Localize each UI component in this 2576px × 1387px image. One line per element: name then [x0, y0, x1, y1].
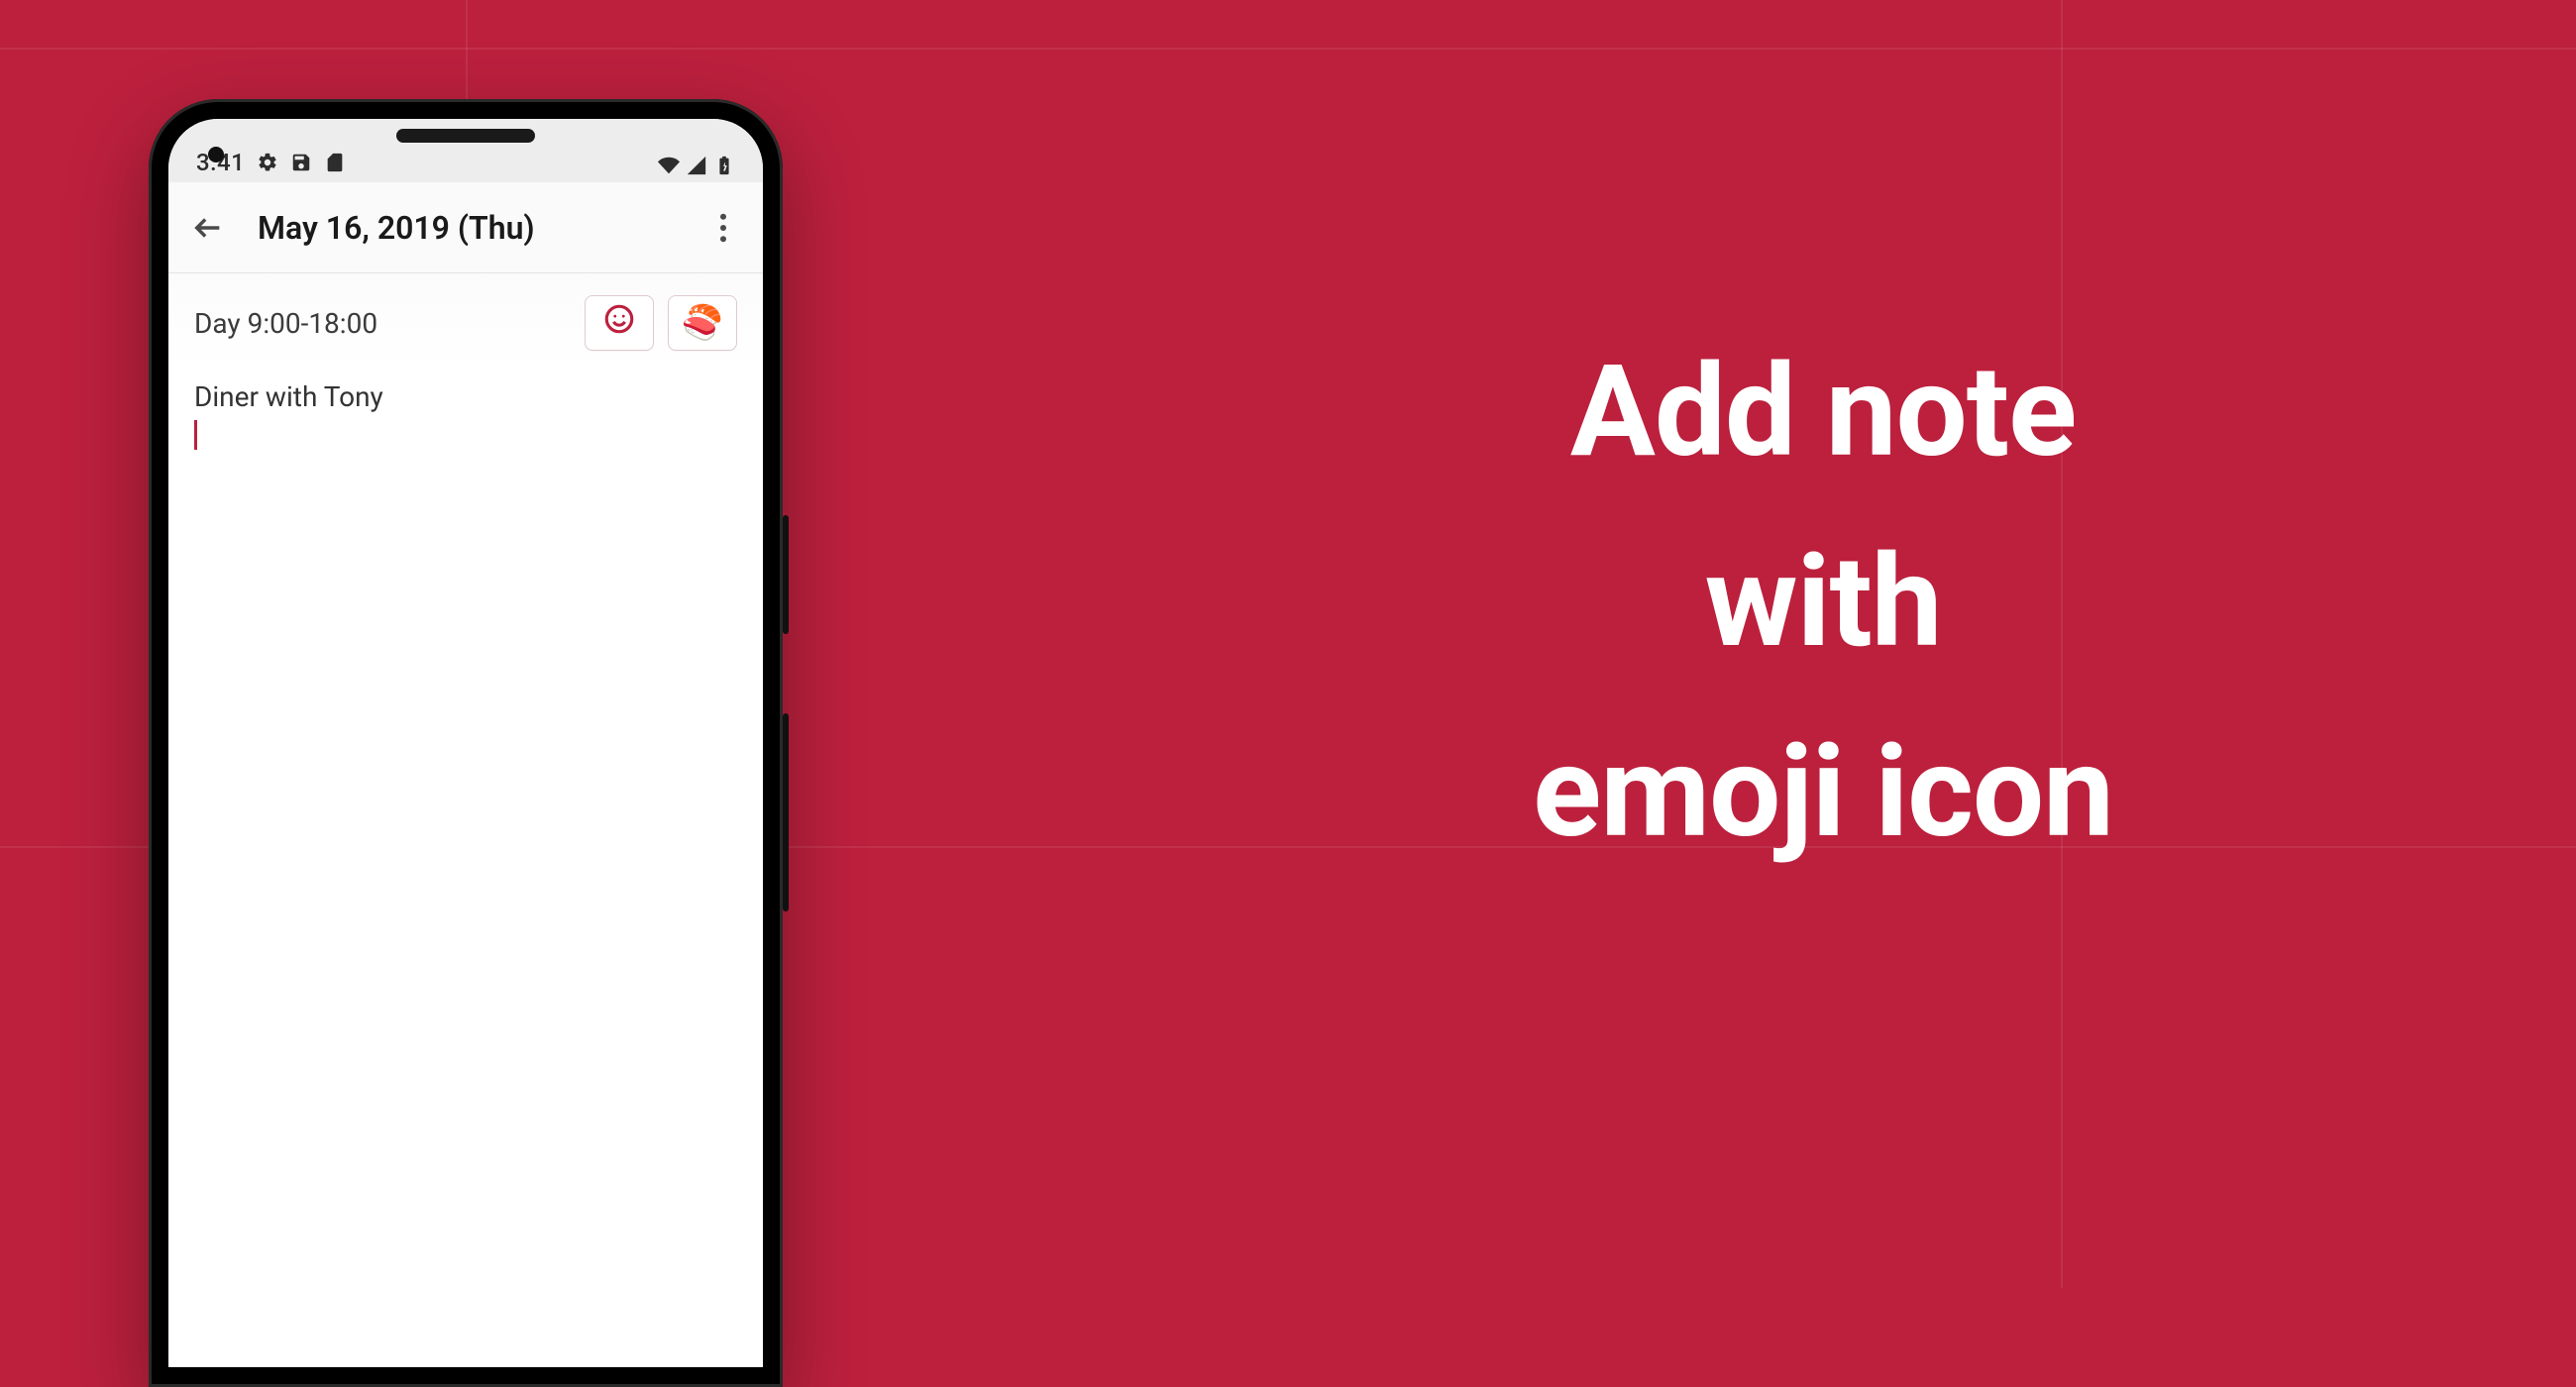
app-bar: May 16, 2019 (Thu) — [168, 182, 763, 273]
phone-front-camera — [208, 147, 224, 162]
guide-line — [0, 48, 2576, 50]
shift-label: Day 9:00-18:00 — [194, 307, 571, 340]
note-text: Diner with Tony — [194, 378, 737, 416]
more-vert-icon — [719, 213, 727, 243]
headline-line-3: emoji icon — [1248, 697, 2398, 888]
page-title: May 16, 2019 (Thu) — [258, 209, 674, 247]
note-editor[interactable]: Diner with Tony — [168, 369, 763, 460]
emoji-picker-button[interactable] — [585, 295, 654, 351]
battery-icon — [713, 155, 735, 176]
phone-frame: 3:41 — [149, 99, 783, 1387]
sushi-icon: 🍣 — [682, 303, 723, 343]
selected-emoji-button[interactable]: 🍣 — [668, 295, 737, 351]
phone-speaker — [396, 129, 535, 143]
text-cursor — [194, 420, 197, 450]
save-icon — [290, 152, 312, 173]
signal-icon — [686, 155, 707, 176]
phone-screen: 3:41 — [168, 119, 763, 1367]
headline-line-1: Add note — [1248, 317, 2398, 507]
back-button[interactable] — [186, 206, 230, 250]
promo-headline: Add note with emoji icon — [1248, 317, 2398, 888]
sd-card-icon — [324, 152, 346, 173]
headline-line-2: with — [1248, 507, 2398, 697]
arrow-left-icon — [191, 211, 225, 245]
phone-side-button — [783, 515, 789, 634]
shift-row: Day 9:00-18:00 🍣 — [168, 273, 763, 369]
wifi-icon — [658, 155, 680, 176]
overflow-menu-button[interactable] — [701, 206, 745, 250]
phone-side-button — [783, 713, 789, 911]
status-right — [658, 155, 735, 176]
smile-icon — [602, 302, 636, 345]
gear-icon — [257, 152, 278, 173]
